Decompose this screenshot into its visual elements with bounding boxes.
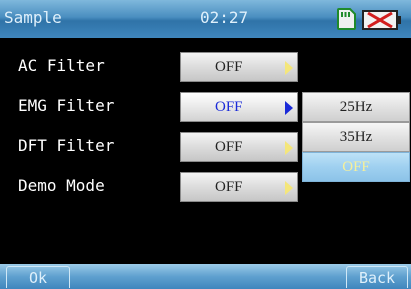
ac-filter-value: OFF: [215, 59, 243, 75]
battery-empty-icon: [362, 10, 401, 30]
right-arrow-icon: [285, 101, 293, 115]
demo-mode-label: Demo Mode: [18, 176, 105, 195]
dropdown-option-35hz[interactable]: 35Hz: [302, 122, 410, 152]
emg-filter-dropdown: 25Hz 35Hz OFF: [302, 92, 410, 184]
status-bar: Sample 02:27: [0, 0, 411, 38]
dropdown-option-label: 35Hz: [339, 129, 373, 145]
dropdown-option-25hz[interactable]: 25Hz: [302, 92, 410, 122]
dft-filter-value: OFF: [215, 139, 243, 155]
demo-mode-value: OFF: [215, 179, 243, 195]
dropdown-option-label: OFF: [342, 159, 370, 175]
dropdown-option-off[interactable]: OFF: [302, 152, 410, 182]
soft-key-bar: Ok Back: [0, 264, 411, 289]
emg-filter-label: EMG Filter: [18, 96, 115, 115]
ok-button[interactable]: Ok: [6, 266, 70, 288]
screen-title: Sample: [4, 8, 62, 27]
ac-filter-value-button[interactable]: OFF: [180, 52, 298, 82]
right-arrow-icon: [285, 141, 293, 155]
sd-card-icon: [337, 8, 356, 30]
back-button[interactable]: Back: [346, 266, 408, 288]
dft-filter-value-button[interactable]: OFF: [180, 132, 298, 162]
dropdown-option-label: 25Hz: [339, 99, 373, 115]
device-screen: Sample 02:27 AC Filter OFF EMG Filter OF…: [0, 0, 411, 289]
ac-filter-label: AC Filter: [18, 56, 105, 75]
right-arrow-icon: [285, 181, 293, 195]
emg-filter-value-button[interactable]: OFF: [180, 92, 298, 122]
right-arrow-icon: [285, 61, 293, 75]
demo-mode-value-button[interactable]: OFF: [180, 172, 298, 202]
clock-time: 02:27: [200, 8, 249, 27]
emg-filter-value: OFF: [215, 99, 243, 115]
dft-filter-label: DFT Filter: [18, 136, 115, 155]
